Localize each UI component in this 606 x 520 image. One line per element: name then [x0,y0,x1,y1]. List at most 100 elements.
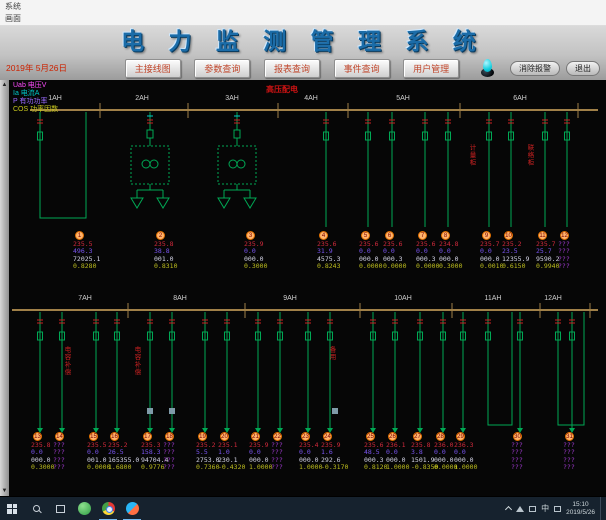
meter-number-badge: 19 [198,432,207,441]
system-tray: 中 15:10 2019/5/26 [506,497,606,520]
volume-icon[interactable] [516,506,524,512]
network-icon[interactable] [529,506,536,512]
green-app-icon [78,502,91,515]
left-scrollbar[interactable]: ▲ ▼ [0,80,9,496]
header-band: 电 力 监 测 管 理 系 统 2019年 5月26日 主接线图参数查询报表查询… [0,26,606,80]
meter-number-badge: 17 [143,432,152,441]
meter-readout-4[interactable]: 4235.631.94575.30.8243 [317,231,359,270]
meter-number-badge: 10 [504,231,513,240]
meter-readout-8[interactable]: 8234.80.0000.00.3000 [439,231,481,270]
taskbar-app-green[interactable] [72,497,96,520]
bay-label-12AH: 12AH [544,295,562,302]
taskbar-search-button[interactable] [24,497,48,520]
meter-number-badge: 24 [323,432,332,441]
meter-value-4: 0.8310 [154,263,196,270]
tray-expand-icon[interactable] [505,506,512,513]
show-desktop-button[interactable] [600,497,604,520]
meter-number-badge: 8 [441,231,450,240]
window-menubar: 系统 画面 [0,0,606,26]
nav-button-2[interactable]: 参数查询 [194,59,250,78]
taskbar-app-scada[interactable] [120,497,144,520]
meter-number-badge: 23 [301,432,310,441]
area-label: 高压配电 [266,84,298,95]
meter-number-badge: 27 [413,432,422,441]
meter-number-badge: 11 [538,231,547,240]
meter-number-badge: 2 [156,231,165,240]
meter-value-4: -0.3170 [321,464,363,471]
ime-indicator[interactable]: 中 [541,503,549,514]
feeder-vertical-label: 电容补偿 [63,346,70,376]
task-view-button[interactable] [48,497,72,520]
feeder-vertical-label: 联络柜 [526,144,533,167]
toolbar: 2019年 5月26日 主接线图参数查询报表查询事件查询用户管理 消除报警退出 [0,56,606,80]
app-window: 系统 画面 电 力 监 测 管 理 系 统 2019年 5月26日 主接线图参数… [0,0,606,520]
bay-label-8AH: 8AH [173,295,187,302]
meter-number-badge: 13 [33,432,42,441]
meter-value-4: ??? [558,263,600,270]
meter-readout-30[interactable]: 30???????????? [511,432,553,471]
nav-button-4[interactable]: 事件查询 [334,59,390,78]
meter-readout-3[interactable]: 3235.90.0000.00.3000 [244,231,286,270]
menu-item-screen[interactable]: 画面 [5,13,601,24]
meter-number-badge: 31 [565,432,574,441]
nav-button-3[interactable]: 报表查询 [264,59,320,78]
meter-readout-12[interactable]: 12???????????? [558,231,600,270]
meter-number-badge: 14 [55,432,64,441]
meter-number-badge: 18 [165,432,174,441]
action-center-icon[interactable] [554,506,561,512]
task-view-icon [56,505,65,513]
bay-label-7AH: 7AH [78,295,92,302]
bay-label-4AH: 4AH [304,95,318,102]
meter-readout-1[interactable]: 1235.5496.372025.10.8280 [73,231,115,270]
bay-label-1AH: 1AH [48,95,62,102]
clock-date: 2019/5/26 [566,509,595,517]
meter-number-badge: 9 [482,231,491,240]
oval-buttons: 消除报警退出 [504,61,600,76]
meter-number-badge: 21 [251,432,260,441]
meter-number-badge: 12 [560,231,569,240]
nav-button-1[interactable]: 主接线图 [125,59,181,78]
chrome-icon [102,502,115,515]
meter-number-badge: 16 [110,432,119,441]
bay-label-2AH: 2AH [135,95,149,102]
taskbar: 中 15:10 2019/5/26 [0,496,606,520]
meter-number-badge: 5 [361,231,370,240]
meter-readout-31[interactable]: 31???????????? [563,432,605,471]
toolbar-buttons: 主接线图参数查询报表查询事件查询用户管理 [118,59,466,78]
meter-readout-2[interactable]: 2235.838.8001.00.8310 [154,231,196,270]
bay-label-3AH: 3AH [225,95,239,102]
alarm-indicator-icon[interactable] [480,59,496,77]
meter-readout-29[interactable]: 29236.30.0000.01.0000 [454,432,496,471]
meter-value-4: 0.3000 [439,263,481,270]
legend-line-1: Uab 电压V [13,82,58,90]
date-text: 2019年 5月26日 [6,62,118,74]
scroll-up-icon[interactable]: ▲ [0,82,9,88]
oval-button-2[interactable]: 退出 [566,61,600,76]
bay-label-11AH: 11AH [485,295,502,302]
feeder-vertical-label: 电容补偿 [133,346,140,376]
page-title: 电 力 监 测 管 理 系 统 [0,26,606,56]
windows-logo-icon [7,504,17,514]
feeder-vertical-label: 计量柜 [468,144,475,167]
menu-item-system[interactable]: 系统 [5,1,601,12]
meter-value-4: ??? [563,464,605,471]
nav-button-5[interactable]: 用户管理 [403,59,459,78]
start-button[interactable] [0,497,24,520]
meter-number-badge: 4 [319,231,328,240]
meter-number-badge: 26 [388,432,397,441]
browser-app-icon [126,502,139,515]
meter-value-4: 0.3000 [244,263,286,270]
scroll-down-icon[interactable]: ▼ [0,488,9,494]
meter-number-badge: 1 [75,231,84,240]
search-icon [33,505,40,512]
taskbar-clock[interactable]: 15:10 2019/5/26 [566,501,595,516]
oval-button-1[interactable]: 消除报警 [510,61,560,76]
meter-number-badge: 6 [385,231,394,240]
meter-readout-24[interactable]: 24235.91.6292.6-0.3170 [321,432,363,471]
feeder-vertical-label: 备用 [328,346,335,361]
legend-line-4: COS 功率因数 [13,106,58,114]
taskbar-app-chrome[interactable] [96,497,120,520]
meter-value-4: 1.0000 [454,464,496,471]
diagram-canvas: ▲ ▼ Uab 电压VIa 电流AP 有功功率COS 功率因数 高压配电 1AH… [0,80,606,496]
meter-value-4: ??? [511,464,553,471]
